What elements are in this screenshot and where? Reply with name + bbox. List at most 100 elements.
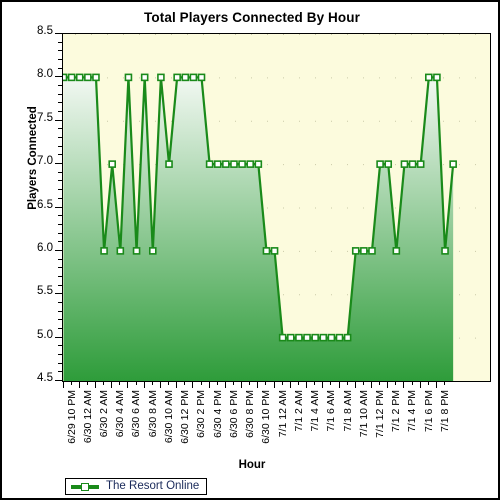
x-tick-label: 6/30 10 AM bbox=[162, 390, 175, 444]
y-tick-mark bbox=[55, 33, 62, 34]
y-tick-mark bbox=[55, 336, 62, 338]
chart-legend[interactable]: The Resort Online bbox=[65, 478, 208, 495]
x-tick-minor bbox=[395, 381, 397, 385]
x-tick-label: 6/30 2 AM bbox=[97, 390, 110, 438]
y-tick-minor bbox=[58, 353, 62, 355]
x-tick-label: 7/1 6 AM bbox=[325, 390, 338, 432]
y-tick-minor bbox=[58, 102, 62, 104]
y-tick-label: 5.5 bbox=[37, 285, 53, 298]
y-tick-label: 5.0 bbox=[37, 328, 53, 341]
y-tick-mark bbox=[55, 380, 62, 381]
x-tick-mark bbox=[322, 381, 324, 388]
y-tick-minor bbox=[58, 128, 62, 130]
x-tick-minor bbox=[200, 381, 202, 385]
plot-area bbox=[62, 33, 491, 382]
y-tick-minor bbox=[58, 137, 62, 139]
y-tick-minor bbox=[58, 197, 62, 199]
y-tick-minor bbox=[58, 310, 62, 312]
x-tick-mark bbox=[143, 381, 145, 388]
y-tick-minor bbox=[58, 275, 62, 277]
y-tick-minor bbox=[58, 189, 62, 191]
x-tick-mark bbox=[62, 381, 64, 388]
x-tick-label: 7/1 4 PM bbox=[406, 390, 419, 433]
x-tick-minor bbox=[135, 381, 137, 385]
y-tick-mark bbox=[55, 119, 62, 121]
x-tick-minor bbox=[444, 381, 446, 385]
y-tick-minor bbox=[58, 301, 62, 303]
x-tick-minor bbox=[281, 381, 283, 385]
x-tick-minor bbox=[168, 381, 170, 385]
y-tick-label: 7.5 bbox=[37, 111, 53, 124]
x-tick-minor bbox=[346, 381, 348, 385]
y-tick-minor bbox=[58, 111, 62, 113]
x-tick-minor bbox=[103, 381, 105, 385]
y-tick-minor bbox=[58, 241, 62, 243]
x-tick-minor bbox=[265, 381, 267, 385]
y-tick-minor bbox=[58, 345, 62, 347]
x-tick-mark bbox=[387, 381, 389, 388]
x-tick-minor bbox=[86, 381, 88, 385]
x-tick-label: 6/30 4 AM bbox=[114, 390, 127, 438]
x-tick-mark bbox=[306, 381, 308, 388]
x-tick-mark bbox=[289, 381, 291, 388]
x-tick-label: 6/30 12 AM bbox=[81, 390, 94, 444]
x-tick-label: 7/1 12 PM bbox=[373, 390, 386, 438]
x-tick-minor bbox=[297, 381, 299, 385]
y-tick-label: 4.5 bbox=[37, 372, 53, 384]
chart-page: Total Players Connected By Hour Players … bbox=[0, 0, 500, 500]
x-tick-mark bbox=[94, 381, 96, 388]
x-tick-label: 7/1 8 AM bbox=[341, 390, 354, 432]
x-tick-minor bbox=[232, 381, 234, 385]
y-tick-mark bbox=[55, 76, 62, 78]
y-tick-minor bbox=[58, 180, 62, 182]
y-tick-minor bbox=[58, 59, 62, 61]
x-tick-mark bbox=[370, 381, 372, 388]
y-tick-minor bbox=[58, 215, 62, 217]
x-tick-mark bbox=[435, 381, 437, 388]
y-tick-minor bbox=[58, 223, 62, 225]
y-tick-minor bbox=[58, 362, 62, 364]
x-tick-label: 6/30 10 PM bbox=[260, 390, 273, 444]
x-tick-label: 7/1 12 AM bbox=[276, 390, 289, 438]
x-tick-label: 6/30 6 AM bbox=[130, 390, 143, 438]
y-tick-mark bbox=[55, 293, 62, 295]
y-tick-minor bbox=[58, 67, 62, 69]
x-tick-mark bbox=[111, 381, 113, 388]
x-tick-minor bbox=[119, 381, 121, 385]
y-tick-mark bbox=[55, 249, 62, 251]
x-tick-mark bbox=[419, 381, 421, 388]
x-tick-mark bbox=[224, 381, 226, 388]
x-tick-minor bbox=[427, 381, 429, 385]
x-tick-label: 7/1 6 PM bbox=[422, 390, 435, 433]
y-tick-minor bbox=[58, 371, 62, 373]
x-tick-label: 7/1 2 AM bbox=[292, 390, 305, 432]
y-tick-minor bbox=[58, 50, 62, 52]
y-tick-minor bbox=[58, 258, 62, 260]
y-tick-minor bbox=[58, 284, 62, 286]
x-tick-label: 6/30 6 PM bbox=[227, 390, 240, 438]
x-tick-mark bbox=[192, 381, 194, 388]
x-axis-title: Hour bbox=[238, 459, 266, 471]
chart-title: Total Players Connected By Hour bbox=[144, 10, 360, 25]
x-tick-label: 6/30 4 PM bbox=[211, 390, 224, 438]
x-tick-mark bbox=[208, 381, 210, 388]
x-tick-mark bbox=[338, 381, 340, 388]
x-tick-mark bbox=[78, 381, 80, 388]
y-tick-minor bbox=[58, 85, 62, 87]
x-tick-minor bbox=[330, 381, 332, 385]
x-tick-minor bbox=[411, 381, 413, 385]
y-tick-minor bbox=[58, 267, 62, 269]
x-tick-minor bbox=[362, 381, 364, 385]
x-tick-label: 7/1 10 AM bbox=[357, 390, 370, 438]
x-tick-minor bbox=[151, 381, 153, 385]
x-tick-mark bbox=[159, 381, 161, 388]
legend-label: The Resort Online bbox=[106, 479, 200, 492]
y-tick-label: 8.5 bbox=[37, 25, 53, 37]
y-tick-minor bbox=[58, 93, 62, 95]
x-tick-label: 7/1 4 AM bbox=[309, 390, 322, 432]
y-tick-mark bbox=[55, 206, 62, 208]
y-tick-label: 6.0 bbox=[37, 241, 53, 254]
x-tick-label: 6/29 10 PM bbox=[65, 390, 78, 444]
y-tick-minor bbox=[58, 327, 62, 329]
series-plot bbox=[63, 73, 457, 381]
